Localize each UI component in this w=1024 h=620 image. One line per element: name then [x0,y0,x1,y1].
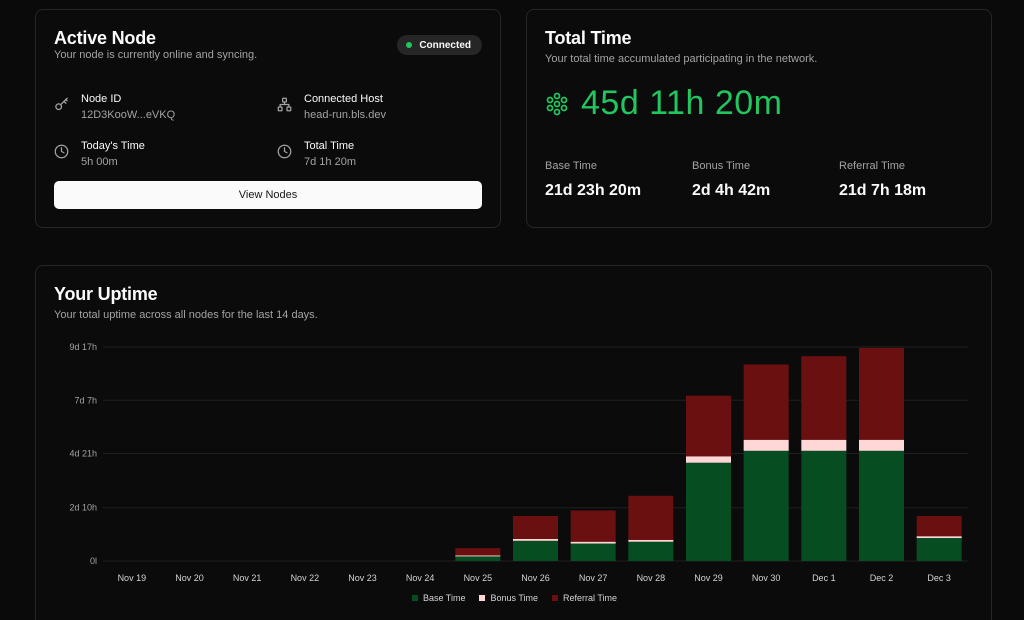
uptime-chart: 0l 2d 10h 4d 21h 7d 7h 9d 17h Nov 19 Nov 20 Nov… [69,342,968,583]
x-tick-label: Nov 20 [175,573,204,583]
bar-segment-bonus-time[interactable] [743,439,789,451]
node-id-value: 12D3KooW...eVKQ [81,109,176,121]
bar-segment-base-time[interactable] [513,540,558,561]
total-time-subtitle: Your total time accumulated participatin… [545,53,818,65]
legend-label: Base Time [422,593,466,603]
status-dot-icon [406,42,413,48]
x-tick-label: Nov 29 [694,573,723,583]
referral-time-label: Referral Time [839,160,906,172]
bar-segment-bonus-time[interactable] [570,541,616,544]
bar-segment-bonus-time[interactable] [455,555,501,557]
bar-segment-referral-time[interactable] [743,364,789,440]
y-tick-label: 9d 17h [69,342,97,352]
bar-segment-referral-time[interactable] [628,495,674,540]
y-tick-label: 0l [90,556,97,566]
bar-segment-base-time[interactable] [916,538,962,561]
network-nodes-icon [546,92,568,115]
total-time-value: 45d 11h 20m [581,84,783,122]
referral-time-value: 21d 7h 18m [839,182,927,199]
node-id-info: Node ID 12D3KooW...eVKQ [54,92,175,122]
chart-legend: Base Time Bonus Time Referral Time [36,593,993,603]
y-tick-label: 4d 21h [69,449,97,459]
bar-segment-referral-time[interactable] [513,515,558,539]
x-tick-label: Nov 23 [348,573,377,583]
bar-segment-base-time[interactable] [455,556,501,561]
bar-segment-referral-time[interactable] [916,515,962,537]
legend-item: Referral Time [552,593,617,603]
total-time-title: Total Time [545,28,632,48]
bonus-time-value: 2d 4h 42m [692,182,771,199]
legend-item: Bonus Time [479,593,538,603]
bar-segment-referral-time[interactable] [570,510,616,542]
x-tick-label: Nov 26 [521,573,550,583]
bar-segment-bonus-time[interactable] [859,439,904,451]
status-badge-label: Connected [419,39,471,51]
total-time-card: Total Time Your total time accumulated p… [526,9,992,228]
bar-segment-bonus-time[interactable] [686,456,731,463]
x-tick-label: Nov 25 [464,573,493,583]
legend-swatch [552,595,559,601]
node-id-label: Node ID [81,93,122,105]
x-tick-label: Dec 2 [870,573,894,583]
x-tick-label: Nov 19 [118,573,147,583]
bar-segment-base-time[interactable] [628,541,674,561]
bar-segment-referral-time[interactable] [455,548,501,556]
todays-time-label: Today's Time [81,140,145,152]
status-badge: Connected [397,35,482,55]
active-node-subtitle: Your node is currently online and syncin… [54,49,258,61]
legend-swatch [411,595,418,601]
legend-swatch [479,595,486,601]
key-icon [55,97,68,111]
bar-segment-referral-time[interactable] [859,347,904,440]
bar-segment-bonus-time[interactable] [801,439,847,451]
clock-icon [277,144,292,159]
bar-segment-base-time[interactable] [686,462,731,561]
x-tick-label: Nov 21 [233,573,262,583]
bonus-time-stat: Bonus Time 2d 4h 42m [692,160,770,200]
total-time-display: 45d 11h 20m [545,84,782,123]
node-total-time-info: Total Time 7d 1h 20m [277,139,356,169]
bar-segment-referral-time[interactable] [686,395,731,457]
connected-host-value: head-run.bls.dev [304,109,386,121]
bar-segment-bonus-time[interactable] [916,536,962,539]
base-time-value: 21d 23h 20m [545,182,642,199]
uptime-card: Your Uptime Your total uptime across all… [35,265,992,620]
legend-label: Bonus Time [490,593,539,603]
node-total-time-label: Total Time [304,140,355,152]
bar-segment-referral-time[interactable] [801,356,847,440]
x-tick-label: Nov 28 [637,573,666,583]
x-tick-label: Nov 24 [406,573,435,583]
y-tick-label: 2d 10h [69,503,97,513]
x-tick-label: Nov 27 [579,573,608,583]
connected-host-label: Connected Host [304,93,383,105]
connected-host-info: Connected Host head-run.bls.dev [277,92,386,122]
bar-segment-bonus-time[interactable] [628,539,674,542]
referral-time-stat: Referral Time 21d 7h 18m [839,160,926,200]
node-total-time-value: 7d 1h 20m [304,156,356,168]
base-time-label: Base Time [545,160,597,172]
legend-label: Referral Time [563,593,618,603]
bar-segment-bonus-time[interactable] [513,538,558,541]
x-tick-label: Dec 1 [812,573,836,583]
base-time-stat: Base Time 21d 23h 20m [545,160,641,200]
todays-time-info: Today's Time 5h 00m [54,139,145,169]
bar-segment-base-time[interactable] [743,450,789,561]
network-icon [277,97,292,112]
legend-item: Base Time [411,593,466,603]
x-tick-label: Nov 30 [752,573,781,583]
view-nodes-button[interactable]: View Nodes [54,181,482,209]
bar-segment-base-time[interactable] [859,450,904,561]
bar-segment-base-time[interactable] [801,450,847,561]
x-tick-label: Dec 3 [927,573,951,583]
x-tick-label: Nov 22 [291,573,320,583]
todays-time-value: 5h 00m [81,156,118,168]
y-tick-label: 7d 7h [74,395,97,405]
clock-icon [54,144,69,159]
bar-segment-base-time[interactable] [570,543,616,561]
active-node-card: Active Node Your node is currently onlin… [35,9,501,228]
active-node-title: Active Node [54,28,156,48]
bonus-time-label: Bonus Time [692,160,751,172]
